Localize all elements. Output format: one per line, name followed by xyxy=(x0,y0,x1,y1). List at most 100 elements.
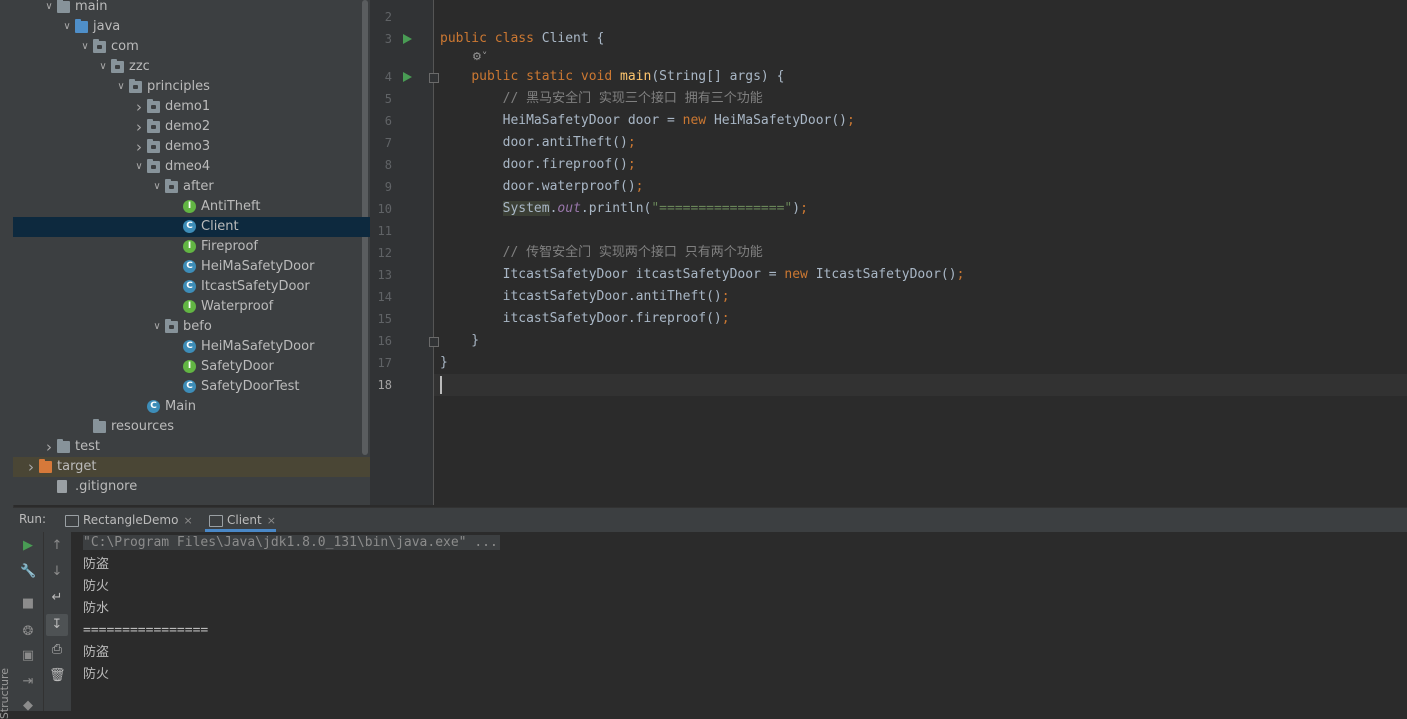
tree-row[interactable]: ∨ java xyxy=(13,17,370,37)
code-line[interactable]: public static void main(String[] args) { xyxy=(440,66,784,88)
tree-row[interactable]: ∨ principles xyxy=(13,77,370,97)
line-number: 5 xyxy=(384,92,392,106)
console-line: 防盗 xyxy=(83,557,110,572)
tree-row[interactable]: › target xyxy=(13,457,370,477)
line-number: 2 xyxy=(384,10,392,24)
chevron-down-icon[interactable]: ∨ xyxy=(151,317,163,337)
chevron-down-icon[interactable]: ∨ xyxy=(115,77,127,97)
code-line[interactable]: itcastSafetyDoor.antiTheft(); xyxy=(440,286,730,308)
tree-row[interactable]: ∨ zzc xyxy=(13,57,370,77)
chevron-down-icon[interactable]: ∨ xyxy=(43,0,55,17)
tree-row[interactable]: ∨ com xyxy=(13,37,370,57)
chevron-down-icon[interactable]: ∨ xyxy=(133,157,145,177)
tree-row[interactable]: C HeiMaSafetyDoor xyxy=(13,337,370,357)
line-number: 12 xyxy=(377,246,392,260)
fold-marker-icon[interactable] xyxy=(429,337,439,347)
code-line[interactable]: } xyxy=(440,352,448,374)
soft-wrap-icon[interactable]: ↵ xyxy=(49,590,65,606)
code-token: ; xyxy=(635,179,644,194)
tree-row[interactable]: I Waterproof xyxy=(13,297,370,317)
code-line[interactable]: door.fireproof(); xyxy=(440,154,636,176)
code-line[interactable]: public class Client { xyxy=(440,28,604,50)
exit-icon[interactable]: ⇥ xyxy=(20,674,36,690)
close-icon[interactable]: × xyxy=(267,514,276,527)
tree-item-label: .gitignore xyxy=(75,479,138,494)
code-line[interactable]: } xyxy=(440,330,479,352)
code-token: public static void xyxy=(471,69,621,84)
chevron-down-icon[interactable]: ∨ xyxy=(151,177,163,197)
package-icon xyxy=(165,179,178,193)
tree-row[interactable]: C Client xyxy=(13,217,370,237)
interface-icon: I xyxy=(183,240,196,253)
chevron-right-icon[interactable]: › xyxy=(133,137,145,157)
arrow-up-icon[interactable]: ↑ xyxy=(49,538,65,554)
code-line[interactable]: itcastSafetyDoor.fireproof(); xyxy=(440,308,730,330)
tree-row[interactable]: I Fireproof xyxy=(13,237,370,257)
tree-row[interactable]: › demo1 xyxy=(13,97,370,117)
console-output[interactable]: "C:\Program Files\Java\jdk1.8.0_131\bin\… xyxy=(71,532,1407,711)
tree-row[interactable]: C HeiMaSafetyDoor xyxy=(13,257,370,277)
chevron-down-icon[interactable]: ∨ xyxy=(97,57,109,77)
code-line[interactable]: HeiMaSafetyDoor door = new HeiMaSafetyDo… xyxy=(440,110,855,132)
chevron-down-icon[interactable]: ∨ xyxy=(79,37,91,57)
tree-row[interactable]: ∨ after xyxy=(13,177,370,197)
run-gutter-icon[interactable] xyxy=(403,72,412,82)
run-tab[interactable]: RectangleDemo × xyxy=(61,508,193,532)
tree-row[interactable]: › demo3 xyxy=(13,137,370,157)
run-gutter-icon[interactable] xyxy=(403,34,412,44)
code-editor[interactable]: 2 3 4 5 6 7 8 9 10 11 12 13 14 15 16 17 18 public class … xyxy=(370,0,1407,505)
arrow-down-icon[interactable]: ↓ xyxy=(49,564,65,580)
code-line[interactable]: door.waterproof(); xyxy=(440,176,644,198)
code-token: "================" xyxy=(651,201,793,216)
tree-row[interactable]: .gitignore xyxy=(13,477,370,497)
console-line: ================ xyxy=(83,623,209,638)
console-line: "C:\Program Files\Java\jdk1.8.0_131\bin\… xyxy=(83,532,500,554)
tree-item-label: Waterproof xyxy=(201,299,274,314)
code-line[interactable]: ItcastSafetyDoor itcastSafetyDoor = new … xyxy=(440,264,965,286)
package-dot xyxy=(151,145,156,149)
wrench-icon[interactable]: 🔧 xyxy=(20,564,36,580)
tree-row[interactable]: resources xyxy=(13,417,370,437)
trash-icon[interactable]: 🗑 xyxy=(49,668,66,684)
tree-row[interactable]: ∨ befo xyxy=(13,317,370,337)
structure-tool-tab[interactable]: Structure xyxy=(0,668,11,719)
tree-row[interactable]: C Main xyxy=(13,397,370,417)
run-tab[interactable]: Client × xyxy=(205,508,276,532)
tree-row[interactable]: I AntiTheft xyxy=(13,197,370,217)
line-number: 15 xyxy=(377,312,392,326)
debug-icon[interactable]: ❂ xyxy=(20,624,36,640)
tree-row[interactable]: › test xyxy=(13,437,370,457)
chevron-right-icon[interactable]: › xyxy=(43,437,55,457)
tree-item-label: befo xyxy=(183,319,212,334)
console-icon xyxy=(65,515,79,527)
code-line[interactable]: // 传智安全门 实现两个接口 只有两个功能 xyxy=(440,242,763,264)
tree-row[interactable]: I SafetyDoor xyxy=(13,357,370,377)
tree-row[interactable]: › demo2 xyxy=(13,117,370,137)
tree-row[interactable]: ∨ dmeo4 xyxy=(13,157,370,177)
interface-icon: I xyxy=(183,200,196,213)
pin-icon[interactable]: ◆ xyxy=(20,698,36,714)
tree-row[interactable]: C ItcastSafetyDoor xyxy=(13,277,370,297)
package-icon xyxy=(165,319,178,333)
code-token: door.fireproof() xyxy=(440,157,628,172)
stop-icon[interactable]: ■ xyxy=(20,596,36,612)
tree-row[interactable]: C SafetyDoorTest xyxy=(13,377,370,397)
scroll-to-end-icon[interactable]: ↧ xyxy=(46,614,68,636)
tree-row[interactable]: ∨ main xyxy=(13,0,370,17)
code-line[interactable]: System.out.println("================"); xyxy=(440,198,808,220)
chevron-right-icon[interactable]: › xyxy=(25,457,37,477)
package-icon xyxy=(129,79,142,93)
code-line[interactable]: door.antiTheft(); xyxy=(440,132,636,154)
print-icon[interactable]: ⎙ xyxy=(49,642,65,658)
close-icon[interactable]: × xyxy=(183,514,192,527)
fold-marker-icon[interactable] xyxy=(429,73,439,83)
tree-item-label: SafetyDoorTest xyxy=(201,379,300,394)
package-dot xyxy=(115,65,120,69)
rerun-icon[interactable]: ▶ xyxy=(20,538,36,554)
settings-hint-icon[interactable]: ⚙˅ xyxy=(472,50,487,63)
chevron-down-icon[interactable]: ∨ xyxy=(61,17,73,37)
chevron-right-icon[interactable]: › xyxy=(133,117,145,137)
code-line[interactable]: // 黑马安全门 实现三个接口 拥有三个功能 xyxy=(440,88,763,110)
chevron-right-icon[interactable]: › xyxy=(133,97,145,117)
camera-icon[interactable]: ▣ xyxy=(20,648,36,664)
